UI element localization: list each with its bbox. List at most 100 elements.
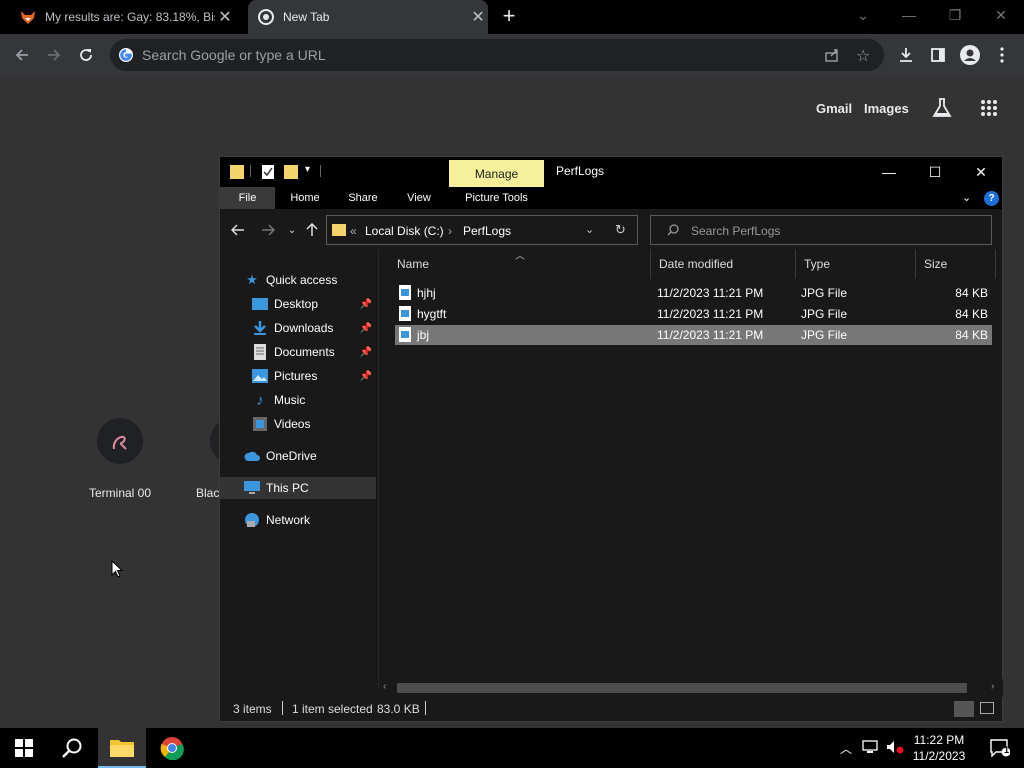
back-icon[interactable] — [228, 221, 248, 239]
ribbon-tab-file[interactable]: File — [220, 187, 275, 209]
column-header-name[interactable]: Name — [389, 249, 651, 279]
nav-label: Videos — [274, 417, 311, 431]
properties-icon[interactable] — [261, 164, 275, 180]
details-view-icon[interactable] — [954, 701, 974, 717]
large-icons-view-icon[interactable] — [980, 702, 994, 714]
manage-tab[interactable]: Manage — [449, 160, 544, 187]
apps-grid-icon[interactable] — [980, 99, 998, 117]
close-icon[interactable]: ✕ — [215, 7, 235, 27]
breadcrumb-folder[interactable]: PerfLogs — [463, 224, 511, 238]
terminal-shortcut-icon — [97, 418, 143, 464]
nav-label: Network — [266, 513, 311, 527]
profile-avatar-icon[interactable] — [958, 43, 982, 67]
nav-this-pc[interactable]: This PC — [220, 477, 376, 499]
ribbon-tab-view[interactable]: View — [396, 187, 442, 209]
address-dropdown-icon[interactable]: ⌄ — [585, 223, 594, 236]
star-icon[interactable]: ☆ — [856, 46, 870, 66]
omnibox-placeholder: Search Google or type a URL — [142, 47, 326, 63]
breadcrumb-drive[interactable]: Local Disk (C:) — [365, 224, 444, 238]
close-window-icon[interactable]: ✕ — [978, 0, 1024, 30]
reload-icon[interactable] — [74, 43, 98, 67]
selection-size: 83.0 KB — [377, 702, 420, 716]
scroll-left-icon[interactable]: ‹ — [383, 681, 386, 692]
overflow-chevron[interactable]: « — [350, 224, 357, 238]
breadcrumb-separator[interactable]: › — [448, 224, 452, 238]
nav-onedrive[interactable]: OneDrive — [220, 445, 376, 467]
minimize-icon[interactable]: — — [866, 157, 912, 187]
refresh-icon[interactable]: ↻ — [615, 222, 626, 238]
file-size: 84 KB — [955, 307, 988, 321]
nav-desktop[interactable]: Desktop 📌 — [220, 293, 376, 315]
close-icon[interactable]: ✕ — [468, 7, 488, 27]
omnibox[interactable]: Search Google or type a URL ☆ — [110, 39, 884, 71]
tab-results[interactable]: My results are: Gay: 83.18%, Bise ✕ — [10, 0, 246, 34]
scrollbar-thumb[interactable] — [397, 683, 967, 693]
shortcut-terminal[interactable]: Terminal 00 — [80, 418, 160, 500]
shortcut-blac[interactable]: Blac — [180, 418, 220, 500]
help-icon[interactable]: ? — [984, 191, 999, 206]
nav-network[interactable]: Network — [220, 509, 376, 531]
menu-dots-icon[interactable] — [990, 43, 1014, 67]
quick-access-dropdown-icon[interactable]: ▾ — [305, 164, 310, 175]
minimize-icon[interactable]: — — [886, 0, 932, 30]
file-row[interactable]: hjhj 11/2/2023 11:21 PM JPG File 84 KB — [395, 283, 992, 303]
restore-icon[interactable]: ❐ — [932, 0, 978, 30]
horizontal-scrollbar[interactable]: ‹ › — [379, 679, 1003, 697]
notification-center-icon[interactable]: 1 — [976, 728, 1024, 768]
nav-downloads[interactable]: Downloads 📌 — [220, 317, 376, 339]
file-row-selected[interactable]: jbj 11/2/2023 11:21 PM JPG File 84 KB — [395, 325, 992, 345]
windows-start-icon[interactable] — [0, 728, 48, 768]
file-row[interactable]: hygtft 11/2/2023 11:21 PM JPG File 84 KB — [395, 304, 992, 324]
column-header-type[interactable]: Type — [796, 249, 916, 279]
ribbon-tab-home[interactable]: Home — [280, 187, 330, 209]
chrome-taskbar-icon[interactable] — [148, 728, 196, 768]
chevron-down-icon[interactable]: ⌄ — [840, 0, 886, 30]
search-box[interactable]: Search PerfLogs — [650, 215, 992, 245]
back-icon[interactable] — [10, 43, 34, 67]
file-name: hygtft — [417, 307, 447, 321]
side-panel-icon[interactable] — [926, 43, 950, 67]
nav-documents[interactable]: Documents 📌 — [220, 341, 376, 363]
column-header-date[interactable]: Date modified — [651, 249, 796, 279]
address-bar[interactable]: « Local Disk (C:) › PerfLogs ⌄ ↻ — [326, 215, 638, 245]
search-icon[interactable] — [48, 728, 96, 768]
recent-locations-icon[interactable]: ⌄ — [282, 221, 302, 239]
close-icon[interactable]: ✕ — [958, 157, 1004, 187]
expand-ribbon-icon[interactable]: ⌄ — [962, 191, 971, 204]
labs-flask-icon[interactable] — [931, 97, 953, 119]
file-list-pane: ︿ Name Date modified Type Size hjhj 11/2… — [378, 249, 1003, 697]
download-icon[interactable] — [894, 43, 918, 67]
forward-icon[interactable] — [258, 221, 278, 239]
nav-label: Documents — [274, 345, 335, 359]
ribbon-tab-share[interactable]: Share — [338, 187, 388, 209]
column-header-size[interactable]: Size — [916, 249, 996, 279]
new-tab-button[interactable]: + — [498, 5, 520, 28]
nav-videos[interactable]: Videos — [220, 413, 376, 435]
show-hidden-icons-icon[interactable]: ︿ — [840, 740, 852, 757]
forward-icon[interactable] — [42, 43, 66, 67]
videos-icon — [252, 416, 268, 432]
selection-count: 1 item selected — [292, 702, 373, 716]
shortcut-label: Blac — [196, 486, 220, 500]
ribbon-tabs: File Home Share View Picture Tools ⌄ ? — [220, 187, 1002, 209]
new-folder-icon[interactable] — [284, 164, 298, 180]
volume-muted-icon[interactable] — [886, 740, 904, 754]
up-icon[interactable] — [302, 221, 322, 239]
nav-music[interactable]: ♪ Music — [220, 389, 376, 411]
network-tray-icon[interactable] — [862, 740, 878, 754]
share-icon[interactable] — [824, 47, 840, 63]
nav-quick-access[interactable]: ★ Quick access — [220, 269, 376, 291]
ribbon-tab-picture-tools[interactable]: Picture Tools — [449, 187, 544, 209]
maximize-icon[interactable]: ☐ — [912, 157, 958, 187]
tab-new-tab[interactable]: New Tab ✕ — [248, 0, 488, 34]
nav-pictures[interactable]: Pictures 📌 — [220, 365, 376, 387]
clock[interactable]: 11:22 PM 11/2/2023 — [905, 732, 973, 764]
pictures-icon — [252, 368, 268, 384]
gmail-link[interactable]: Gmail — [816, 101, 852, 116]
file-explorer-taskbar-icon[interactable] — [98, 728, 146, 768]
scroll-right-icon[interactable]: › — [991, 681, 994, 692]
mouse-cursor-icon — [111, 560, 123, 578]
images-link[interactable]: Images — [864, 101, 909, 116]
documents-icon — [252, 344, 268, 360]
clock-date: 11/2/2023 — [912, 749, 966, 763]
